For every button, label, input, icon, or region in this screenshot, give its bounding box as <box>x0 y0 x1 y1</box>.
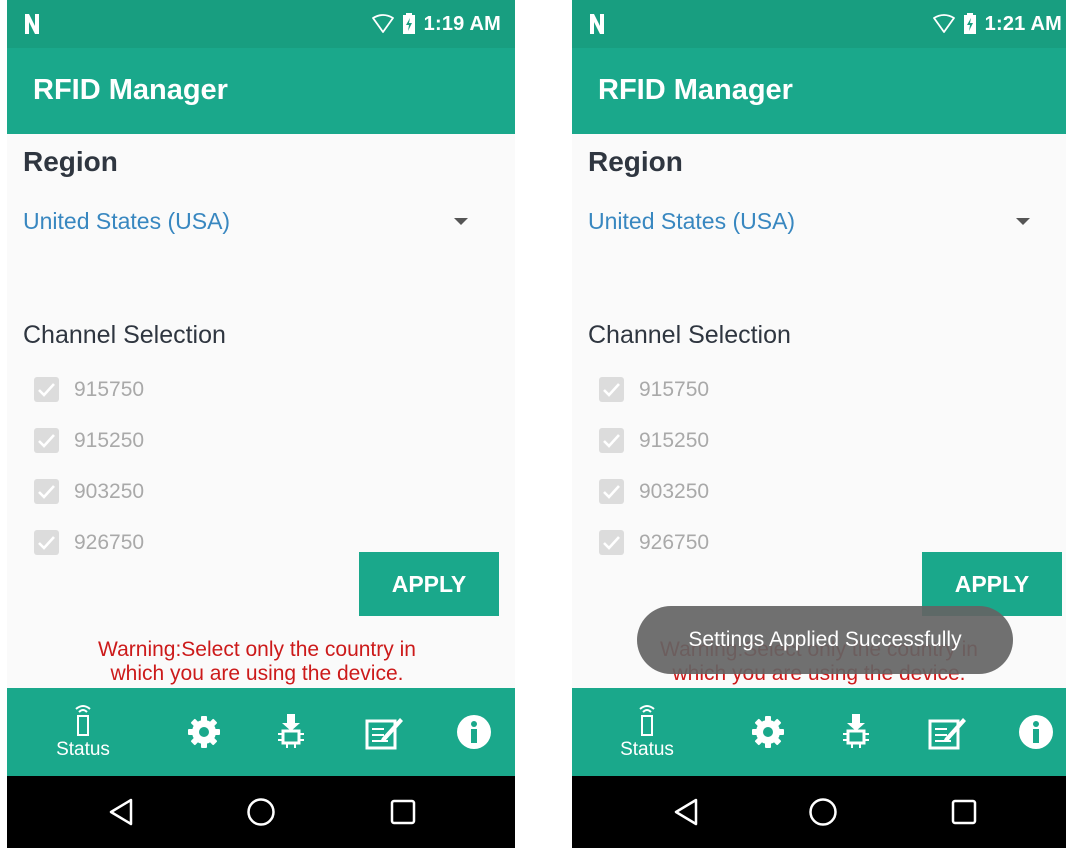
nav-item-settings[interactable] <box>182 688 226 776</box>
bottom-nav: Status <box>7 688 515 776</box>
nav-item-edit[interactable] <box>922 688 972 776</box>
channel-label: 903250 <box>639 479 710 503</box>
checkbox-checked-icon[interactable] <box>34 530 59 555</box>
back-icon[interactable] <box>673 797 699 827</box>
firmware-update-icon <box>843 714 869 748</box>
battery-charging-icon <box>402 13 415 34</box>
gear-icon <box>752 716 784 748</box>
bottom-nav: Status <box>572 688 1066 776</box>
channel-item[interactable]: 915750 <box>599 364 709 415</box>
checkbox-checked-icon[interactable] <box>34 479 59 504</box>
app-bar: RFID Manager <box>572 48 1066 134</box>
channel-item[interactable]: 915250 <box>34 415 144 466</box>
nav-item-firmware[interactable] <box>269 688 313 776</box>
channel-label: 903250 <box>74 479 145 503</box>
nav-item-firmware[interactable] <box>834 688 878 776</box>
firmware-update-icon <box>278 714 304 748</box>
system-nav-bar <box>572 776 1066 848</box>
checkbox-checked-icon[interactable] <box>34 377 59 402</box>
channel-label: 926750 <box>74 530 145 554</box>
toast-message: Settings Applied Successfully <box>637 606 1013 674</box>
wifi-icon <box>371 14 394 33</box>
home-icon[interactable] <box>808 797 838 827</box>
channel-item[interactable]: 903250 <box>599 466 709 517</box>
nav-item-status[interactable]: Status <box>619 688 675 776</box>
channel-label: 915250 <box>639 428 710 452</box>
channel-label: 915250 <box>74 428 145 452</box>
channel-item[interactable]: 903250 <box>34 466 144 517</box>
battery-charging-icon <box>963 13 976 34</box>
warning-text: Warning:Select only the country in which… <box>98 638 416 685</box>
checkbox-checked-icon[interactable] <box>599 428 624 453</box>
system-nav-bar <box>7 776 515 848</box>
channel-item[interactable]: 915750 <box>34 364 144 415</box>
gear-icon <box>188 716 220 748</box>
region-select[interactable]: United States (USA) <box>23 208 230 235</box>
nav-item-info[interactable] <box>1014 688 1058 776</box>
n-logo-icon <box>590 14 604 34</box>
info-icon <box>457 715 491 749</box>
edit-note-icon <box>928 718 966 750</box>
home-icon[interactable] <box>246 797 276 827</box>
nav-item-edit[interactable] <box>359 688 409 776</box>
channel-item[interactable]: 915250 <box>599 415 709 466</box>
status-clock: 1:19 AM <box>423 12 501 35</box>
channel-item[interactable]: 926750 <box>599 517 709 568</box>
channel-label: 915750 <box>74 377 145 401</box>
nav-item-settings[interactable] <box>746 688 790 776</box>
channel-list: 915750 915250 903250 926750 <box>34 364 144 568</box>
recents-icon[interactable] <box>950 797 978 827</box>
status-bar: 1:21 AM <box>572 0 1066 48</box>
checkbox-checked-icon[interactable] <box>34 428 59 453</box>
region-select[interactable]: United States (USA) <box>588 208 795 235</box>
status-clock: 1:21 AM <box>984 12 1062 35</box>
info-icon <box>1019 715 1053 749</box>
rfid-status-icon <box>75 705 91 736</box>
nav-label-status: Status <box>56 739 110 760</box>
channel-label: 915750 <box>639 377 710 401</box>
channel-list: 915750 915250 903250 926750 <box>599 364 709 568</box>
region-heading: Region <box>588 146 683 177</box>
app-title: RFID Manager <box>598 74 793 106</box>
channel-label: 926750 <box>639 530 710 554</box>
back-icon[interactable] <box>108 797 134 827</box>
dropdown-arrow-icon[interactable] <box>1016 218 1030 225</box>
app-title: RFID Manager <box>33 74 228 106</box>
nav-label-status: Status <box>620 739 674 760</box>
nav-item-info[interactable] <box>452 688 496 776</box>
n-logo-icon <box>25 14 39 34</box>
checkbox-checked-icon[interactable] <box>599 530 624 555</box>
edit-note-icon <box>365 718 403 750</box>
recents-icon[interactable] <box>389 797 417 827</box>
region-heading: Region <box>23 146 118 177</box>
dropdown-arrow-icon[interactable] <box>454 218 468 225</box>
checkbox-checked-icon[interactable] <box>599 377 624 402</box>
apply-button[interactable]: APPLY <box>359 552 499 616</box>
app-bar: RFID Manager <box>7 48 515 134</box>
rfid-status-icon <box>639 705 655 736</box>
wifi-icon <box>932 14 955 33</box>
channel-heading: Channel Selection <box>588 321 791 349</box>
checkbox-checked-icon[interactable] <box>599 479 624 504</box>
nav-item-status[interactable]: Status <box>55 688 111 776</box>
status-bar: 1:19 AM <box>7 0 515 48</box>
channel-heading: Channel Selection <box>23 321 226 349</box>
phone-screen-left: 1:19 AM RFID Manager Region United State… <box>7 0 515 848</box>
phone-screen-right: 1:21 AM RFID Manager Region United State… <box>572 0 1066 848</box>
channel-item[interactable]: 926750 <box>34 517 144 568</box>
